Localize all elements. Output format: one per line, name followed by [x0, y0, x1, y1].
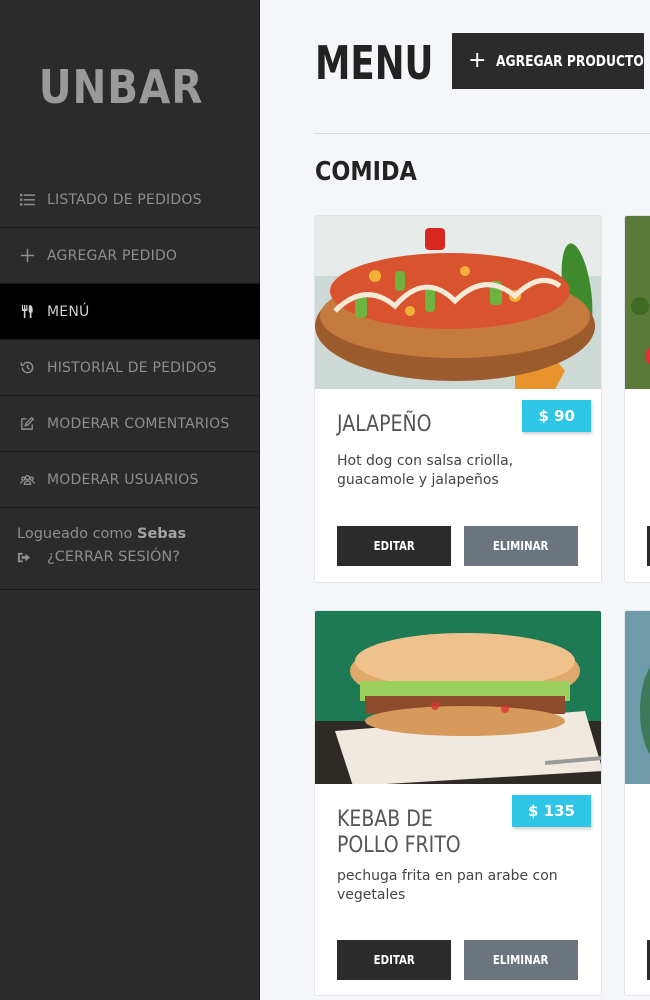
edit-button[interactable]: EDITAR: [337, 526, 451, 566]
sidebar-item-label: LISTADO DE PEDIDOS: [47, 191, 202, 208]
sidebar-item-agregar-pedido[interactable]: AGREGAR PEDIDO: [0, 228, 260, 284]
sidebar: UNBAR LISTADO DE PEDIDOS AGREGAR PEDIDO …: [0, 0, 260, 1000]
sidebar-item-historial-pedidos[interactable]: HISTORIAL DE PEDIDOS: [0, 340, 260, 396]
logged-in-text: Logueado como Sebas: [17, 526, 260, 542]
product-description: pechuga frita en pan arabe con vegetales: [337, 868, 558, 903]
product-card: JALAPEÑO $ 90 Hot dog con salsa criolla,…: [314, 215, 602, 583]
edit-icon: [18, 415, 36, 433]
history-icon: [18, 359, 36, 377]
logged-in-prefix: Logueado como: [17, 526, 133, 542]
users-icon: [18, 471, 36, 489]
product-price-badge: $ 135: [512, 795, 591, 827]
product-image: [315, 216, 601, 389]
product-description: Hot dog con salsa criolla, guacamole y j…: [337, 453, 514, 488]
product-image: [625, 216, 650, 389]
list-icon: [18, 191, 36, 209]
product-name: KEBAB DE POLLO FRITO: [337, 807, 461, 858]
edit-button[interactable]: EDITAR: [337, 940, 451, 980]
divider: [314, 133, 650, 134]
section-title: COMIDA: [315, 157, 417, 187]
sidebar-item-label: MODERAR COMENTARIOS: [47, 415, 230, 432]
add-product-button[interactable]: + AGREGAR PRODUCTO: [452, 33, 644, 89]
logout-link[interactable]: ¿CERRAR SESIÓN?: [17, 548, 260, 566]
sidebar-item-moderar-usuarios[interactable]: MODERAR USUARIOS: [0, 452, 260, 508]
product-card-partial: [624, 215, 650, 583]
plus-icon: [18, 247, 36, 265]
delete-button[interactable]: ELIMINAR: [464, 526, 578, 566]
sidebar-item-listado-pedidos[interactable]: LISTADO DE PEDIDOS: [0, 172, 260, 228]
sidebar-item-label: MENÚ: [47, 303, 90, 320]
delete-button[interactable]: ELIMINAR: [464, 940, 578, 980]
logout-label: ¿CERRAR SESIÓN?: [47, 549, 180, 565]
sidebar-nav: LISTADO DE PEDIDOS AGREGAR PEDIDO MENÚ H…: [0, 172, 260, 508]
plus-icon: +: [468, 48, 487, 73]
product-card-partial: [624, 610, 650, 996]
edit-label: EDITAR: [373, 539, 415, 553]
product-image: [625, 611, 650, 784]
logged-in-user: Sebas: [137, 526, 187, 542]
page-title: MENU: [315, 36, 434, 90]
sidebar-item-menu[interactable]: MENÚ: [0, 284, 260, 340]
sidebar-item-moderar-comentarios[interactable]: MODERAR COMENTARIOS: [0, 396, 260, 452]
utensils-icon: [18, 303, 36, 321]
sidebar-item-label: AGREGAR PEDIDO: [47, 247, 178, 264]
session-panel: Logueado como Sebas ¿CERRAR SESIÓN?: [0, 508, 260, 590]
product-price-badge: $ 90: [522, 400, 591, 432]
delete-label: ELIMINAR: [493, 539, 549, 553]
sign-out-icon: [17, 548, 35, 566]
delete-label: ELIMINAR: [493, 953, 549, 967]
app-logo[interactable]: UNBAR: [15, 60, 228, 114]
sidebar-item-label: MODERAR USUARIOS: [47, 471, 199, 488]
product-card: KEBAB DE POLLO FRITO $ 135 pechuga frita…: [314, 610, 602, 996]
edit-label: EDITAR: [373, 953, 415, 967]
product-image: [315, 611, 601, 784]
product-name: JALAPEÑO: [337, 412, 432, 437]
sidebar-item-label: HISTORIAL DE PEDIDOS: [47, 359, 217, 376]
add-product-label: AGREGAR PRODUCTO: [496, 52, 645, 70]
